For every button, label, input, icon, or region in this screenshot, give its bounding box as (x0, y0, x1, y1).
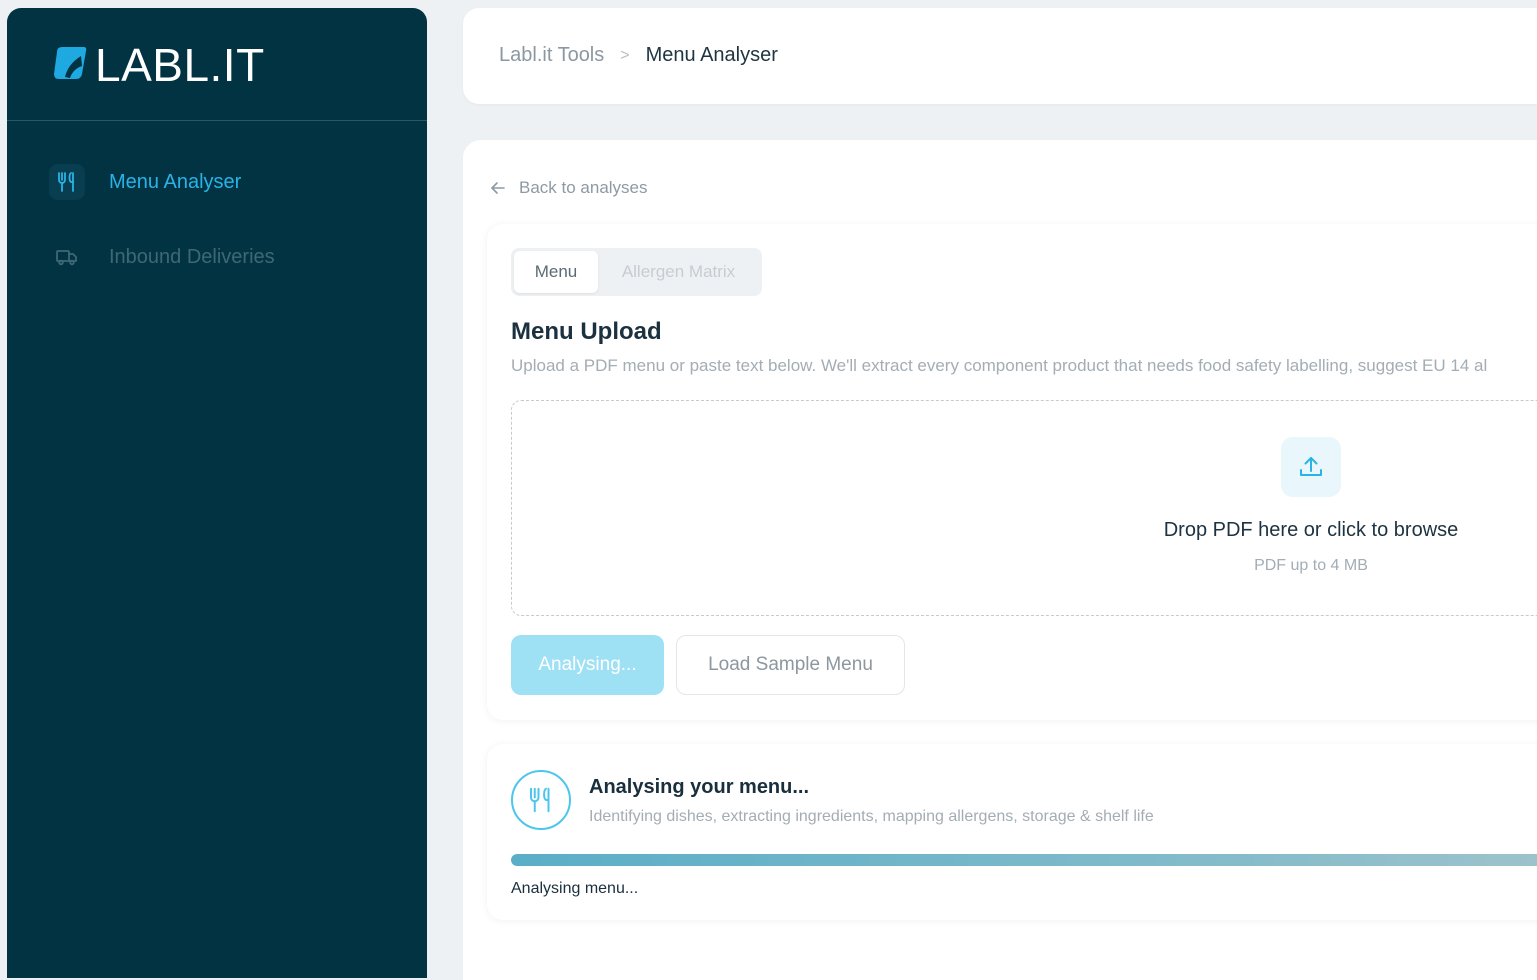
dropzone-subtitle: PDF up to 4 MB (1254, 557, 1368, 574)
tab-menu[interactable]: Menu (514, 251, 598, 293)
sidebar-item-label: Inbound Deliveries (109, 245, 275, 268)
progress-title: Analysing your menu... (589, 776, 810, 798)
sidebar-item-label: Menu Analyser (109, 170, 242, 193)
logo-text: LABL.IT (95, 39, 265, 91)
dropzone-title: Drop PDF here or click to browse (1163, 519, 1459, 541)
view-tabs: Menu Allergen Matrix (511, 248, 762, 296)
load-sample-menu-button[interactable]: Load Sample Menu (676, 635, 905, 695)
logo[interactable]: LABL.IT (51, 40, 265, 90)
sidebar-divider (7, 120, 427, 121)
sidebar: LABL.IT Menu Analyser Inbound Deliveries (7, 8, 427, 978)
progress-subtitle: Identifying dishes, extracting ingredien… (589, 808, 1154, 825)
breadcrumb-parent-link[interactable]: Labl.it Tools (499, 44, 604, 67)
labl-logo-icon (51, 44, 89, 87)
pdf-dropzone[interactable]: Drop PDF here or click to browse PDF up … (511, 400, 1537, 616)
top-header: Labl.it Tools > Menu Analyser (463, 8, 1537, 104)
breadcrumb-separator: > (620, 46, 630, 64)
upload-icon (1281, 437, 1341, 497)
breadcrumb: Labl.it Tools > Menu Analyser (499, 44, 778, 67)
tab-allergen-matrix[interactable]: Allergen Matrix (598, 251, 759, 293)
fork-knife-icon (511, 770, 571, 830)
menu-upload-card: Menu Allergen Matrix Menu Upload Upload … (487, 224, 1537, 720)
upload-description: Upload a PDF menu or paste text below. W… (511, 356, 1488, 375)
progress-status: Analysing menu... (511, 880, 639, 897)
fork-knife-icon (49, 164, 85, 200)
truck-icon (49, 239, 85, 275)
progress-bar (511, 854, 1537, 866)
analysis-progress-card: Analysing your menu... Identifying dishe… (487, 744, 1537, 920)
back-link-label: Back to analyses (519, 178, 648, 197)
upload-title: Menu Upload (511, 318, 662, 345)
progress-bar-fill (511, 854, 1537, 866)
back-to-analyses-link[interactable]: Back to analyses (489, 178, 648, 198)
analyse-button[interactable]: Analysing... (511, 635, 664, 695)
main-panel: Back to analyses Menu Allergen Matrix Me… (463, 140, 1537, 980)
arrow-left-icon (489, 179, 507, 197)
sidebar-item-inbound-deliveries[interactable]: Inbound Deliveries (49, 238, 275, 276)
sidebar-item-menu-analyser[interactable]: Menu Analyser (49, 163, 241, 201)
breadcrumb-current: Menu Analyser (645, 44, 778, 66)
